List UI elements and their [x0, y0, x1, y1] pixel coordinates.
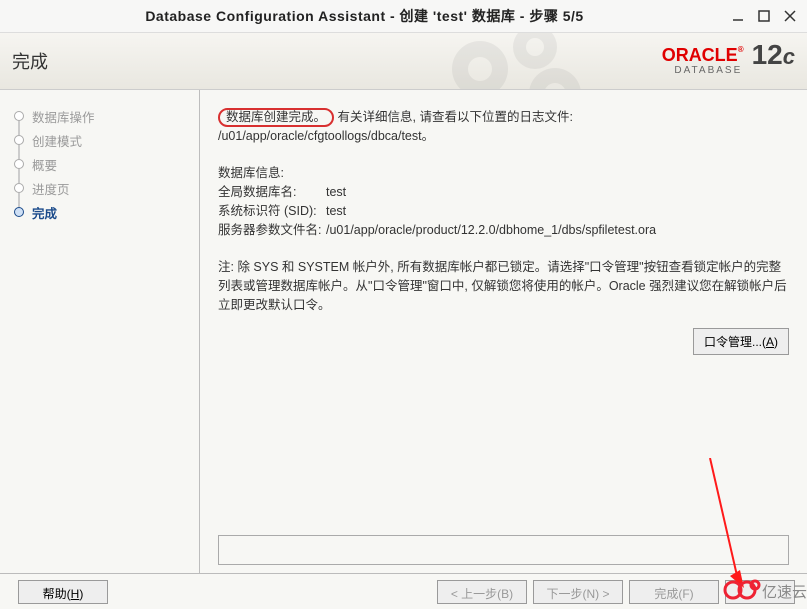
- minimize-button[interactable]: [727, 5, 749, 27]
- password-management-button[interactable]: 口令管理...(A): [693, 328, 789, 355]
- body-area: 数据库操作 创建模式 概要 进度页 完成 数据库创建完成。 有关详细信息, 请查…: [0, 90, 807, 573]
- brand-12c-text: 12c: [752, 39, 795, 71]
- output-textarea[interactable]: [218, 535, 789, 565]
- brand-database-text: DATABASE: [674, 65, 742, 76]
- window-title: Database Configuration Assistant - 创建 't…: [6, 6, 723, 26]
- content-panel: 数据库创建完成。 有关详细信息, 请查看以下位置的日志文件: /u01/app/…: [200, 90, 807, 573]
- finish-button: 完成(F): [629, 580, 719, 604]
- watermark: 亿速云: [722, 576, 807, 606]
- highlight-box: 数据库创建完成。: [218, 108, 334, 127]
- maximize-button[interactable]: [753, 5, 775, 27]
- gear-decor: [440, 32, 600, 90]
- step-sidebar: 数据库操作 创建模式 概要 进度页 完成: [0, 90, 200, 573]
- header-banner: 完成 ORACLE® 12c DATABASE: [0, 32, 807, 90]
- help-button[interactable]: 帮助(H): [18, 580, 108, 604]
- step-dot-icon: [14, 207, 24, 217]
- step-progress: 进度页: [0, 176, 199, 200]
- step-dot-icon: [14, 159, 24, 169]
- step-finish: 完成: [0, 200, 199, 224]
- next-button: 下一步(N) >: [533, 580, 623, 604]
- summary-text: 数据库创建完成。 有关详细信息, 请查看以下位置的日志文件: /u01/app/…: [218, 108, 789, 314]
- step-dot-icon: [14, 111, 24, 121]
- page-title: 完成: [12, 48, 48, 74]
- brand-logo: ORACLE® 12c DATABASE: [662, 39, 795, 76]
- step-create-mode: 创建模式: [0, 128, 199, 152]
- bottom-bar: 帮助(H) < 上一步(B) 下一步(N) > 完成(F): [0, 573, 807, 609]
- title-bar: Database Configuration Assistant - 创建 't…: [0, 0, 807, 32]
- back-button: < 上一步(B): [437, 580, 527, 604]
- brand-oracle-text: ORACLE®: [662, 45, 744, 66]
- watermark-logo-icon: [722, 576, 762, 606]
- close-button[interactable]: [779, 5, 801, 27]
- step-summary: 概要: [0, 152, 199, 176]
- step-db-operation: 数据库操作: [0, 104, 199, 128]
- step-dot-icon: [14, 183, 24, 193]
- watermark-text: 亿速云: [762, 581, 807, 602]
- step-dot-icon: [14, 135, 24, 145]
